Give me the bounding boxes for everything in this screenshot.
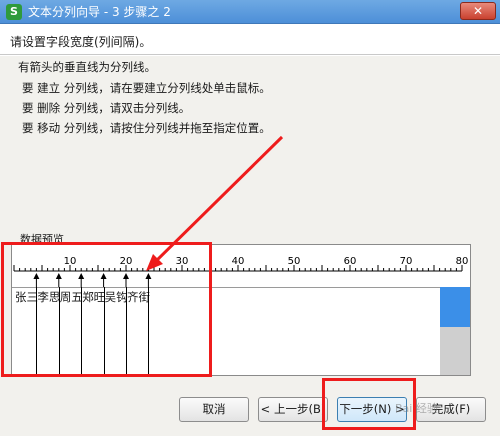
ruler-tick-label: 70 [400,256,413,267]
cancel-button[interactable]: 取消 [179,397,249,422]
scrollbar-thumb[interactable] [440,287,470,327]
ruler-tick-label: 80 [456,256,469,267]
back-button[interactable]: < 上一步(B) [258,397,328,422]
close-button[interactable]: ✕ [460,2,496,20]
instruction-line-2: 要 建立 分列线，请在要建立分列线处单击鼠标。 [22,81,271,95]
highlight-box-preview [1,242,212,377]
app-icon: S [6,4,22,20]
ruler-tick-label: 50 [288,256,301,267]
window-title: 文本分列向导 - 3 步骤之 2 [28,5,171,19]
instruction-line-4: 要 移动 分列线，请按住分列线并拖至指定位置。 [22,121,271,135]
title-bar: S 文本分列向导 - 3 步骤之 2 ✕ [0,0,500,24]
step-description: 请设置字段宽度(列间隔)。 [10,35,152,49]
ruler-tick-label: 40 [232,256,245,267]
ruler-tick-label: 60 [344,256,357,267]
wizard-header: 请设置字段宽度(列间隔)。 [0,25,500,55]
instruction-line-1: 有箭头的垂直线为分列线。 [18,60,156,74]
instruction-line-3: 要 删除 分列线，请双击分列线。 [22,101,191,115]
highlight-box-next [322,378,416,430]
